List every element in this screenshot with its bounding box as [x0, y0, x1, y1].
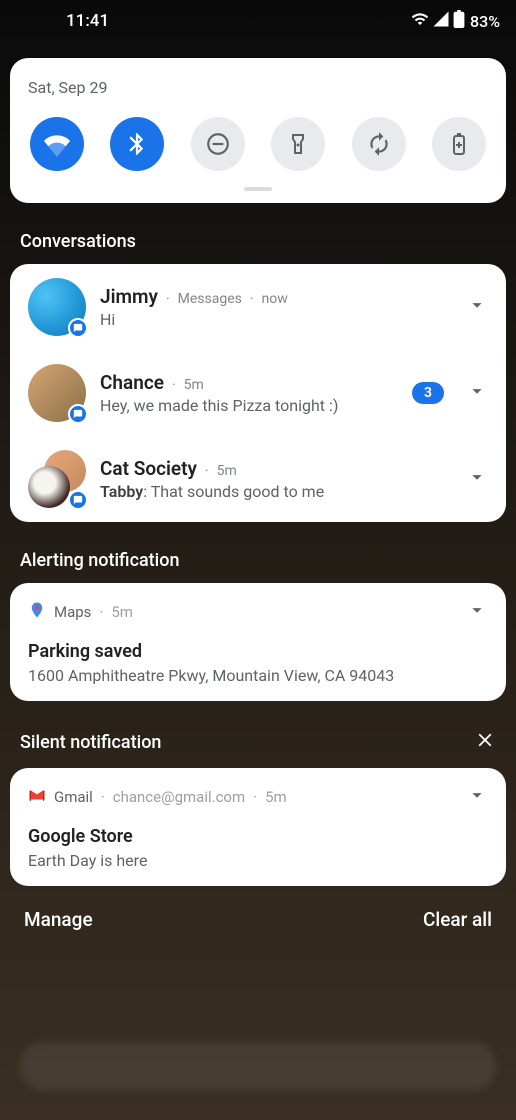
chevron-down-icon[interactable]: [466, 380, 488, 406]
messages-app-badge-icon: [68, 318, 88, 338]
conversation-body: Cat Society · 5m Tabby: That sounds good…: [100, 457, 452, 501]
notification-time: 5m: [111, 603, 133, 621]
qs-tile-dnd[interactable]: [191, 117, 245, 171]
clear-all-button[interactable]: Clear all: [423, 908, 492, 931]
notification-body: Earth Day is here: [28, 851, 488, 870]
conversation-name: Cat Society: [100, 457, 197, 480]
qs-tile-wifi[interactable]: [30, 117, 84, 171]
chevron-down-icon[interactable]: [466, 294, 488, 320]
notification-title: Google Store: [28, 826, 488, 847]
conversation-item[interactable]: Chance · 5m Hey, we made this Pizza toni…: [10, 350, 506, 436]
status-time: 11:41: [66, 11, 109, 31]
battery-icon: [453, 10, 465, 32]
conversation-body: Chance · 5m Hey, we made this Pizza toni…: [100, 371, 398, 415]
notification-time: 5m: [265, 788, 287, 806]
notification-app: Gmail: [54, 788, 93, 806]
manage-button[interactable]: Manage: [24, 908, 93, 931]
conversation-time: 5m: [217, 463, 237, 479]
chevron-down-icon[interactable]: [466, 784, 488, 810]
qs-tile-flashlight[interactable]: [271, 117, 325, 171]
status-bar: 11:41 83%: [0, 0, 516, 38]
conversation-name: Chance: [100, 371, 164, 394]
section-header-conversations: Conversations: [0, 203, 516, 264]
status-indicators: 83%: [411, 10, 500, 32]
section-title: Conversations: [20, 231, 136, 252]
footer-bar: Manage Clear all: [0, 886, 516, 953]
message-author: Tabby: [100, 482, 143, 501]
conversation-app: Messages: [178, 291, 242, 307]
qs-date: Sat, Sep 29: [28, 78, 488, 97]
chevron-down-icon[interactable]: [466, 599, 488, 625]
section-header-silent: Silent notification: [0, 701, 516, 768]
maps-icon: [28, 601, 46, 623]
avatar: [28, 364, 86, 422]
alerting-notification-card[interactable]: Maps · 5m Parking saved 1600 Amphitheatr…: [10, 583, 506, 701]
conversation-item[interactable]: Jimmy · Messages · now Hi: [10, 264, 506, 350]
chevron-down-icon[interactable]: [466, 466, 488, 492]
signal-icon: [432, 10, 450, 32]
conversation-time: 5m: [184, 377, 204, 393]
conversation-name: Jimmy: [100, 285, 158, 308]
wifi-icon: [411, 10, 429, 32]
close-icon[interactable]: [474, 729, 496, 756]
conversation-message: Hi: [100, 310, 452, 329]
section-title: Silent notification: [20, 732, 161, 753]
notification-app: Maps: [54, 603, 91, 621]
avatar-group: [28, 450, 86, 508]
conversation-message: Hey, we made this Pizza tonight :): [100, 396, 398, 415]
notification-body: 1600 Amphitheatre Pkwy, Mountain View, C…: [28, 666, 488, 685]
unread-count-badge: 3: [412, 382, 444, 404]
messages-app-badge-icon: [68, 490, 88, 510]
avatar: [28, 278, 86, 336]
notification-account: chance@gmail.com: [113, 788, 245, 806]
gmail-icon: [28, 786, 46, 808]
quick-settings-panel: Sat, Sep 29: [10, 58, 506, 203]
drag-handle[interactable]: [244, 187, 272, 191]
qs-tile-bluetooth[interactable]: [110, 117, 164, 171]
dock-blur: [20, 1042, 496, 1090]
notification-title: Parking saved: [28, 641, 488, 662]
silent-notification-card[interactable]: Gmail · chance@gmail.com · 5m Google Sto…: [10, 768, 506, 886]
messages-app-badge-icon: [68, 404, 88, 424]
qs-tiles-row: [28, 117, 488, 171]
conversation-time: now: [262, 291, 288, 307]
conversation-item[interactable]: Cat Society · 5m Tabby: That sounds good…: [10, 436, 506, 522]
conversation-body: Jimmy · Messages · now Hi: [100, 285, 452, 329]
qs-tile-autorotate[interactable]: [352, 117, 406, 171]
battery-percentage: 83%: [470, 12, 500, 31]
conversation-message: Tabby: That sounds good to me: [100, 482, 452, 501]
qs-tile-battery-saver[interactable]: [432, 117, 486, 171]
section-title: Alerting notification: [20, 550, 180, 571]
conversations-card: Jimmy · Messages · now Hi Chance · 5m He…: [10, 264, 506, 522]
section-header-alerting: Alerting notification: [0, 522, 516, 583]
